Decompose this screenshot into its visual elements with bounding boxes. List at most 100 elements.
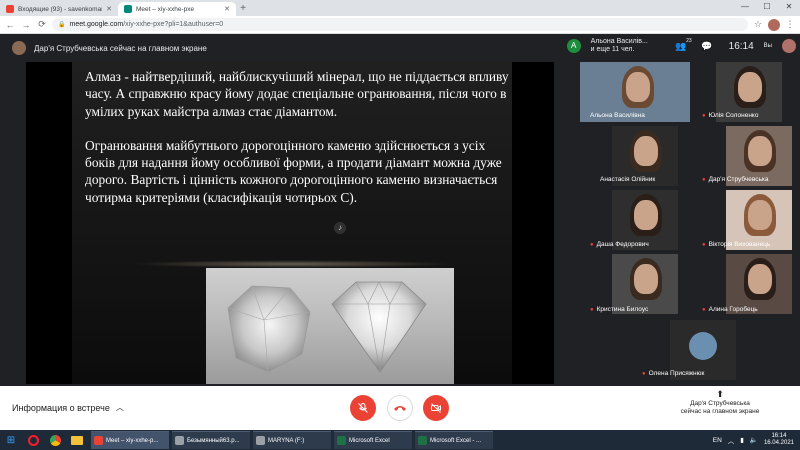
meeting-info-label: Информация о встрече bbox=[12, 402, 110, 413]
camera-off-icon bbox=[431, 403, 441, 413]
lock-icon: 🔒 bbox=[58, 22, 66, 28]
participant-face bbox=[634, 200, 658, 230]
forward-icon[interactable]: → bbox=[20, 20, 32, 30]
participant-face bbox=[748, 264, 772, 294]
tray-clock[interactable]: 16:14 16.04.2021 bbox=[764, 433, 794, 447]
taskbar-item[interactable]: Microsoft Excel - ... bbox=[415, 431, 493, 449]
window-controls: — ☐ ✕ bbox=[734, 0, 800, 14]
minimize-icon[interactable]: — bbox=[734, 0, 756, 14]
mic-off-icon: ● bbox=[590, 306, 594, 313]
menu-dots-icon[interactable]: ⋮ bbox=[784, 19, 796, 30]
url-field[interactable]: 🔒 meet.google.com/xiy-xxhe-pxe?pli=1&aut… bbox=[52, 18, 748, 31]
participant-face bbox=[626, 72, 650, 102]
phone-hangup-icon bbox=[394, 406, 406, 411]
participant-avatar: А bbox=[566, 39, 581, 53]
participants-summary: Альона Василів... и еще 11 чел. bbox=[591, 38, 663, 54]
browser-tab-strip: Входящие (93) - savenkomarina@ ✕ Meet – … bbox=[0, 0, 800, 16]
participant-name: ● Алина Горобець bbox=[702, 306, 758, 313]
tab-title: Meet – xiy-xxhe-pxe bbox=[136, 5, 195, 13]
tray-time: 16:14 bbox=[771, 433, 787, 439]
taskbar-item[interactable]: Microsoft Excel bbox=[334, 431, 412, 449]
language-indicator[interactable]: EN bbox=[713, 437, 722, 444]
new-tab-button[interactable]: + bbox=[236, 2, 250, 16]
back-icon[interactable]: ← bbox=[4, 20, 16, 30]
network-icon[interactable]: ▮ bbox=[740, 436, 744, 444]
meet-icon bbox=[124, 5, 132, 13]
hangup-button[interactable] bbox=[387, 395, 413, 421]
star-icon[interactable]: ☆ bbox=[752, 19, 764, 30]
meeting-controls: Информация о встрече ︿ ⬆ Дар'я Струбчевс… bbox=[0, 386, 800, 430]
taskbar-item[interactable]: MARYNA (F:) bbox=[253, 431, 331, 449]
chat-icon[interactable]: 💬 bbox=[699, 41, 715, 52]
participant-name: ● Кристина Билоус bbox=[590, 306, 649, 313]
mic-off-icon: ● bbox=[702, 176, 706, 183]
slide-paragraph-2: Огранювання майбутнього дорогоцінного ка… bbox=[85, 137, 502, 205]
profile-avatar[interactable] bbox=[768, 18, 780, 31]
start-button[interactable]: ⊞ bbox=[0, 430, 22, 450]
meeting-info-button[interactable]: Информация о встрече ︿ bbox=[12, 402, 124, 413]
taskbar-item[interactable]: Meet – xiy-xxhe-p... bbox=[91, 431, 169, 449]
gmail-icon bbox=[6, 5, 14, 13]
mic-off-icon: ● bbox=[702, 241, 706, 248]
you-label: Вы bbox=[763, 43, 772, 49]
participant-face bbox=[634, 264, 658, 294]
mic-off-icon: ● bbox=[702, 112, 706, 119]
present-line2: сейчас на главном экране bbox=[680, 408, 760, 415]
screen: Входящие (93) - savenkomarina@ ✕ Meet – … bbox=[0, 0, 800, 450]
reload-icon[interactable]: ⟳ bbox=[36, 19, 48, 30]
people-count: 23 bbox=[686, 37, 692, 44]
mic-off-icon: ● bbox=[642, 370, 646, 377]
url-path: /xiy-xxhe-pxe?pli=1&authuser=0 bbox=[123, 21, 224, 28]
tab-title: Входящие (93) - savenkomarina@ bbox=[18, 5, 102, 13]
excel-icon bbox=[337, 436, 346, 445]
presentation-stage: Алмаз - найтвердіший, найблискучіший мін… bbox=[26, 62, 554, 384]
participant-name: ● Юлія Солоненко bbox=[702, 112, 759, 119]
image-file-icon bbox=[175, 436, 184, 445]
explorer-icon[interactable] bbox=[66, 430, 88, 450]
maximize-icon[interactable]: ☐ bbox=[756, 0, 778, 14]
mic-toggle-button[interactable] bbox=[350, 395, 376, 421]
close-window-icon[interactable]: ✕ bbox=[778, 0, 800, 14]
participant-face bbox=[748, 200, 772, 230]
participant-face bbox=[738, 72, 762, 102]
drive-icon bbox=[256, 436, 265, 445]
camera-toggle-button[interactable] bbox=[423, 395, 449, 421]
people-icon[interactable]: 👥 23 bbox=[673, 37, 692, 52]
browser-tab-gmail[interactable]: Входящие (93) - savenkomarina@ ✕ bbox=[0, 2, 118, 16]
present-screen-icon: ⬆ bbox=[716, 389, 724, 399]
chevron-up-icon: ︿ bbox=[115, 403, 124, 412]
browser-tab-meet[interactable]: Meet – xiy-xxhe-pxe ✕ bbox=[118, 2, 236, 16]
self-avatar[interactable] bbox=[782, 39, 796, 53]
participant-name: Альона Василівна bbox=[590, 112, 645, 119]
presenter-avatar bbox=[12, 41, 26, 55]
chrome-icon[interactable] bbox=[44, 430, 66, 450]
tray-chevron-icon[interactable]: ︿ bbox=[728, 435, 735, 445]
tray-date: 16.04.2021 bbox=[763, 440, 794, 446]
opera-icon[interactable] bbox=[22, 430, 44, 450]
volume-icon[interactable]: 🔈 bbox=[750, 436, 758, 444]
taskbar-item[interactable]: Безымянный63.p... bbox=[172, 431, 250, 449]
participant-name: ● Дар'я Струбчевська bbox=[702, 176, 769, 183]
diamond-photo bbox=[206, 268, 454, 384]
slide-paragraph-1: Алмаз - найтвердіший, найблискучіший мін… bbox=[85, 69, 509, 119]
participant-face bbox=[634, 136, 658, 166]
participant-face bbox=[748, 136, 772, 166]
excel-icon bbox=[418, 436, 427, 445]
mic-off-icon: ● bbox=[590, 241, 594, 248]
close-tab-icon[interactable]: ✕ bbox=[106, 5, 112, 13]
participants-line2: и еще 11 чел. bbox=[590, 46, 635, 53]
presenting-banner: Дар'я Струбчевська сейчас на главном экр… bbox=[34, 43, 207, 53]
close-tab-icon[interactable]: ✕ bbox=[224, 5, 230, 13]
participant-tile[interactable] bbox=[726, 254, 792, 314]
present-now-button[interactable]: ⬆ Дар'я Струбчевська сейчас на главном э… bbox=[660, 390, 780, 416]
participant-video bbox=[689, 332, 717, 360]
participant-tile[interactable] bbox=[612, 254, 678, 314]
slide-text: Алмаз - найтвердіший, найблискучіший мін… bbox=[85, 68, 509, 223]
diamonds-image bbox=[227, 281, 427, 373]
participants-line1: Альона Василів... bbox=[590, 38, 648, 45]
system-tray: EN ︿ ▮ 🔈 16:14 16.04.2021 bbox=[713, 430, 794, 450]
address-bar-row: ← → ⟳ 🔒 meet.google.com/xiy-xxhe-pxe?pli… bbox=[0, 16, 800, 34]
presenter-mic-icon: ♪ bbox=[334, 222, 346, 234]
mic-off-icon bbox=[358, 403, 368, 413]
mic-off-icon: ● bbox=[702, 306, 706, 313]
